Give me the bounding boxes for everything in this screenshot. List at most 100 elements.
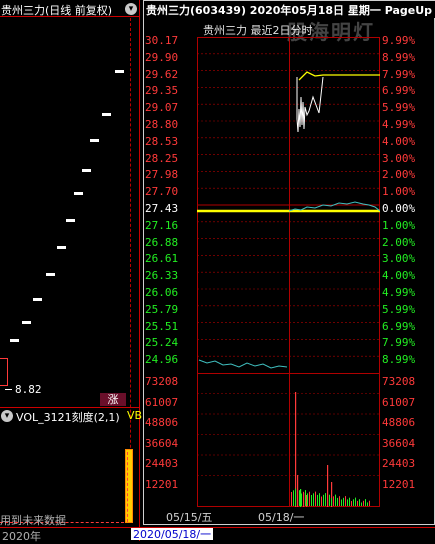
vol-rule bbox=[0, 407, 140, 408]
candle-mark bbox=[115, 70, 124, 73]
volume-bar bbox=[321, 496, 322, 506]
day1-price-line bbox=[198, 359, 288, 369]
volume-tick: 61007 bbox=[382, 395, 416, 409]
price-tick: 26.06 bbox=[145, 286, 179, 299]
price-tick: 27.70 bbox=[145, 185, 179, 199]
price-tick: 28.25 bbox=[145, 151, 179, 165]
left-top-rule bbox=[0, 16, 140, 17]
volume-bar bbox=[341, 499, 342, 506]
volume-bar bbox=[335, 494, 336, 506]
percent-tick: 1.00% bbox=[382, 185, 416, 199]
candle-mark bbox=[82, 169, 91, 172]
volume-bar-inner bbox=[127, 452, 132, 522]
volume-tick: 24403 bbox=[382, 457, 416, 470]
percent-tick: 9.99% bbox=[382, 34, 416, 47]
price-tick: 24.96 bbox=[145, 353, 179, 367]
volume-bar bbox=[363, 500, 364, 506]
volume-tick: 12201 bbox=[145, 477, 179, 491]
candle-mark bbox=[102, 113, 111, 116]
percent-tick: 6.99% bbox=[382, 84, 416, 98]
volume-bar bbox=[323, 494, 324, 506]
volume-bar bbox=[353, 499, 354, 506]
volume-bar bbox=[347, 499, 348, 506]
volume-bar bbox=[331, 498, 332, 506]
percent-tick: 5.99% bbox=[382, 302, 416, 316]
volume-bar bbox=[295, 488, 296, 506]
volume-bar bbox=[357, 500, 358, 506]
candle-mark bbox=[46, 273, 55, 276]
volume-bar bbox=[355, 497, 356, 506]
volume-bar bbox=[305, 490, 306, 506]
volume-tick: 36604 bbox=[145, 436, 179, 450]
date-label-left: 05/15/五 bbox=[166, 511, 213, 524]
volume-bar bbox=[319, 493, 320, 506]
day2-price-line bbox=[288, 201, 380, 212]
volume-bar bbox=[301, 493, 302, 506]
price-tick: 29.90 bbox=[145, 50, 179, 64]
volume-bar bbox=[339, 496, 340, 506]
price-tick: 27.16 bbox=[145, 218, 179, 232]
limit-up-badge: 涨 bbox=[100, 393, 126, 406]
volume-bar bbox=[337, 497, 338, 506]
volume-bar bbox=[315, 491, 316, 506]
low-price-label: 8.82 bbox=[15, 383, 42, 396]
candle-mark bbox=[74, 192, 83, 195]
volume-bar bbox=[299, 490, 300, 506]
price-tick: 26.33 bbox=[145, 269, 179, 283]
price-tick: 25.24 bbox=[145, 336, 179, 350]
price-tick: 26.88 bbox=[145, 235, 179, 249]
volume-bar bbox=[291, 492, 292, 506]
price-tick: 26.61 bbox=[145, 252, 179, 266]
price-tick: 28.53 bbox=[145, 134, 179, 148]
volume-bar bbox=[361, 502, 362, 506]
volume-bar bbox=[327, 496, 328, 506]
chevron-down-icon[interactable]: ▾ bbox=[125, 3, 137, 15]
percent-tick: 4.99% bbox=[382, 118, 416, 131]
volume-bar bbox=[309, 491, 310, 506]
candle-mark bbox=[22, 321, 31, 324]
volume-bar bbox=[345, 496, 346, 506]
volume-tick: 12201 bbox=[382, 477, 416, 491]
percent-tick: 4.00% bbox=[382, 134, 416, 148]
volume-bar bbox=[351, 501, 352, 506]
left-cursor-line bbox=[130, 18, 131, 518]
volume-bar bbox=[311, 495, 312, 506]
percent-tick-zero: 0.00% bbox=[382, 202, 416, 215]
volume-bar bbox=[293, 490, 294, 506]
opening-spike-line bbox=[296, 76, 324, 133]
volume-tick: 36604 bbox=[382, 436, 416, 450]
volume-bar bbox=[297, 491, 298, 506]
volume-bar bbox=[365, 499, 366, 506]
price-tick-prev-close: 27.43 bbox=[145, 202, 179, 215]
intraday-chart-title: 贵州三力 最近2日分时 bbox=[203, 24, 313, 37]
price-tick: 25.79 bbox=[145, 302, 179, 316]
bottom-rule bbox=[0, 527, 435, 528]
year-label: 2020年 bbox=[2, 530, 41, 543]
vol-series-tag: VB bbox=[127, 409, 143, 422]
candle-mark bbox=[57, 246, 66, 249]
date-label-right: 05/18/一 bbox=[258, 511, 305, 524]
candle-mark bbox=[10, 339, 19, 342]
footer-note: 用到未来数据 bbox=[0, 514, 66, 527]
percent-tick: 4.00% bbox=[382, 269, 416, 283]
red-candle bbox=[0, 358, 8, 386]
left-title-bar: 贵州三力(日线 前复权) ▾ bbox=[0, 0, 140, 17]
volume-bar bbox=[343, 497, 344, 506]
volume-bar bbox=[303, 491, 304, 506]
volume-tick: 24403 bbox=[145, 457, 179, 470]
percent-tick: 5.99% bbox=[382, 101, 416, 115]
percent-tick: 2.00% bbox=[382, 235, 416, 249]
cursor-date: 2020/05/18/一 bbox=[133, 528, 212, 541]
price-tick: 29.35 bbox=[145, 84, 179, 98]
chevron-down-icon[interactable]: ▾ bbox=[1, 410, 13, 422]
candle-mark bbox=[66, 219, 75, 222]
volume-bar bbox=[349, 497, 350, 506]
volume-bar bbox=[313, 493, 314, 506]
percent-tick: 3.00% bbox=[382, 252, 416, 266]
percent-tick: 3.00% bbox=[382, 151, 416, 165]
percent-tick: 6.99% bbox=[382, 319, 416, 333]
low-pointer-line bbox=[5, 389, 12, 390]
volume-bar bbox=[367, 502, 368, 506]
cursor-date-box: 2020/05/18/一 bbox=[131, 528, 214, 541]
volume-tick: 61007 bbox=[145, 395, 179, 409]
